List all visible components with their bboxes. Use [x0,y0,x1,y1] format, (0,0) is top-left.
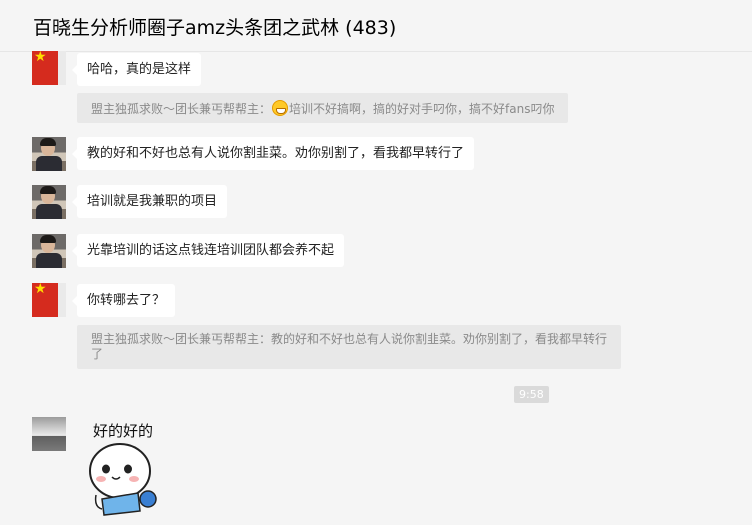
sender-avatar-flag[interactable]: ★ [32,283,66,317]
message-bubble[interactable]: 培训就是我兼职的项目 [71,185,228,218]
timestamp: 9:58 [514,386,549,403]
sender-avatar-photo[interactable] [32,137,66,171]
sender-avatar-photo[interactable] [32,185,66,219]
message-bubble[interactable]: 光靠培训的话这点钱连培训团队都会养不起 [71,234,345,267]
quoted-message[interactable]: 盟主独孤求败～团长兼丐帮帮主： 培训不好搞啊，搞的好对手叼你，搞不好fans叼你 [77,93,569,123]
star-icon: ★ [34,51,47,65]
message-bubble[interactable]: 你转哪去了？ [71,284,176,317]
chat-title[interactable]: 百晓生分析师圈子amz头条团之武林 (483) [33,13,396,40]
message-bubble[interactable]: 哈哈，真的是这样 [71,53,202,86]
grinning-face-icon [272,100,289,116]
sender-avatar-landscape[interactable] [32,417,66,451]
quote-text-line: 了 [91,347,104,361]
quote-author: 盟主独孤求败～团长兼丐帮帮主： [91,102,272,116]
message-bubble[interactable]: 教的好和不好也总有人说你割韭菜。劝你别割了，看我都早转行了 [71,137,475,170]
quoted-message[interactable]: 盟主独孤求败～团长兼丐帮帮主：教的好和不好也总有人说你割韭菜。劝你别割了，看我都… [77,325,621,369]
cartoon-sticker-laptop[interactable] [84,437,164,517]
star-icon: ★ [34,283,47,297]
quote-text: 培训不好搞啊，搞的好对手叼你，搞不好fans叼你 [289,102,555,116]
chat-header: 百晓生分析师圈子amz头条团之武林 (483) [0,0,752,52]
sender-avatar-photo[interactable] [32,234,66,268]
quote-text-line: 盟主独孤求败～团长兼丐帮帮主：教的好和不好也总有人说你割韭菜。劝你别割了，看我都… [91,332,608,346]
sender-avatar-flag[interactable]: ★ [32,51,66,85]
